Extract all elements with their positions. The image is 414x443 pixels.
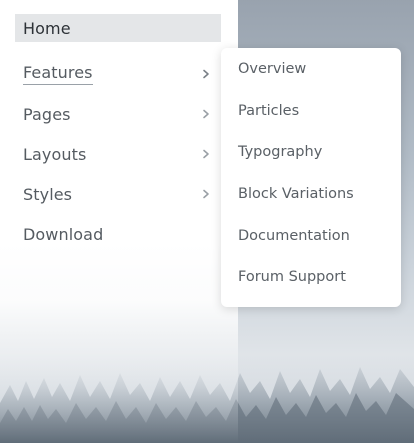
menu-item-layouts[interactable]: Layouts (15, 134, 221, 174)
main-navigation-panel: Home Features Pages Layouts Styles Downl… (0, 0, 238, 443)
features-submenu: Overview Particles Typography Block Vari… (221, 48, 401, 307)
menu-item-download[interactable]: Download (15, 214, 221, 254)
submenu-item-particles[interactable]: Particles (238, 103, 299, 119)
submenu-item-documentation[interactable]: Documentation (238, 228, 350, 244)
menu-item-home[interactable]: Home (15, 14, 221, 42)
menu-item-styles[interactable]: Styles (15, 174, 221, 214)
menu-item-label: Styles (23, 184, 73, 204)
chevron-right-icon (203, 69, 209, 79)
menu-item-label: Layouts (23, 144, 87, 164)
chevron-right-icon (203, 189, 209, 199)
menu-item-label: Home (23, 18, 71, 38)
menu-item-label: Download (23, 224, 104, 244)
menu-item-pages[interactable]: Pages (15, 94, 221, 134)
submenu-item-block-variations[interactable]: Block Variations (238, 186, 354, 202)
submenu-item-typography[interactable]: Typography (238, 144, 322, 160)
submenu-item-forum-support[interactable]: Forum Support (238, 269, 346, 285)
menu-item-features[interactable]: Features (15, 54, 221, 94)
submenu-item-overview[interactable]: Overview (238, 61, 306, 77)
menu-item-label: Features (23, 63, 93, 85)
main-menu: Home Features Pages Layouts Styles Downl… (15, 14, 221, 254)
chevron-right-icon (203, 109, 209, 119)
chevron-right-icon (203, 149, 209, 159)
menu-item-label: Pages (23, 104, 71, 124)
